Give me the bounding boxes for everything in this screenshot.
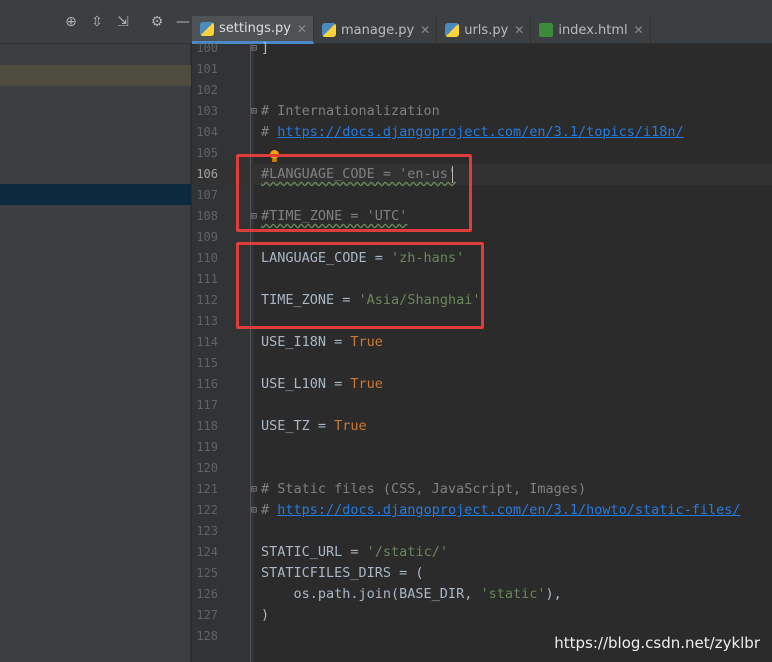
collapse-all-icon[interactable]: ⇲ bbox=[110, 13, 136, 31]
line-number[interactable]: 117 bbox=[192, 395, 218, 416]
fold-marker-icon[interactable]: ⊟ bbox=[251, 484, 257, 495]
line-number[interactable]: 103 bbox=[192, 101, 218, 122]
line-number[interactable]: 118 bbox=[192, 416, 218, 437]
line-number[interactable]: 115 bbox=[192, 353, 218, 374]
line-number[interactable]: 114 bbox=[192, 332, 218, 353]
html-file-icon bbox=[539, 23, 554, 37]
line-number[interactable]: 109 bbox=[192, 227, 218, 248]
close-icon[interactable]: ✕ bbox=[634, 23, 644, 37]
docs-link[interactable]: https://docs.djangoproject.com/en/3.1/to… bbox=[277, 124, 683, 140]
line-number[interactable]: 124 bbox=[192, 542, 218, 563]
line-number[interactable]: 100 bbox=[192, 38, 218, 59]
line-number[interactable]: 102 bbox=[192, 80, 218, 101]
project-tree-row[interactable] bbox=[0, 65, 191, 86]
code-line-104[interactable]: # https://docs.djangoproject.com/en/3.1/… bbox=[261, 122, 684, 143]
code-line-103[interactable]: # Internationalization bbox=[261, 101, 440, 122]
crosshair-icon[interactable]: ⊕ bbox=[58, 13, 84, 31]
highlight-box-new-settings bbox=[236, 242, 484, 329]
code-line-122[interactable]: # https://docs.djangoproject.com/en/3.1/… bbox=[261, 500, 741, 521]
line-number[interactable]: 120 bbox=[192, 458, 218, 479]
python-file-icon bbox=[445, 23, 460, 37]
python-file-icon bbox=[200, 21, 214, 36]
code-line-121[interactable]: # Static files (CSS, JavaScript, Images) bbox=[261, 479, 586, 500]
line-number[interactable]: 106 bbox=[192, 164, 218, 185]
line-number[interactable]: 123 bbox=[192, 521, 218, 542]
fold-marker-icon[interactable]: ⊟ bbox=[251, 106, 257, 117]
fold-marker-icon[interactable]: ⊟ bbox=[251, 505, 257, 516]
tab-index-html[interactable]: index.html ✕ bbox=[531, 16, 651, 44]
line-number[interactable]: 128 bbox=[192, 626, 218, 647]
code-line-100[interactable]: ] bbox=[261, 38, 269, 59]
project-panel bbox=[0, 44, 191, 662]
line-number[interactable]: 108 bbox=[192, 206, 218, 227]
line-number[interactable]: 113 bbox=[192, 311, 218, 332]
tab-label: urls.py bbox=[464, 22, 509, 38]
line-number[interactable]: 127 bbox=[192, 605, 218, 626]
line-number[interactable]: 104 bbox=[192, 122, 218, 143]
code-line-127[interactable]: ) bbox=[261, 605, 269, 626]
line-number[interactable]: 125 bbox=[192, 563, 218, 584]
code-line-124[interactable]: STATIC_URL = '/static/' bbox=[261, 542, 448, 563]
line-number[interactable]: 112 bbox=[192, 290, 218, 311]
line-number[interactable]: 111 bbox=[192, 269, 218, 290]
panel-toolbar: ⊕ ⇳ ⇲ ⚙ — bbox=[58, 13, 196, 31]
gear-icon[interactable]: ⚙ bbox=[144, 13, 170, 31]
close-icon[interactable]: ✕ bbox=[514, 23, 524, 37]
line-number[interactable]: 122 bbox=[192, 500, 218, 521]
line-number[interactable]: 116 bbox=[192, 374, 218, 395]
tab-label: manage.py bbox=[340, 22, 415, 38]
tab-label: index.html bbox=[558, 22, 628, 38]
fold-marker-icon[interactable]: ⊟ bbox=[251, 43, 257, 54]
line-number[interactable]: 119 bbox=[192, 437, 218, 458]
gutter-divider bbox=[250, 44, 251, 662]
docs-link[interactable]: https://docs.djangoproject.com/en/3.1/ho… bbox=[277, 502, 740, 518]
python-file-icon bbox=[321, 23, 336, 37]
code-line-114[interactable]: USE_I18N = True bbox=[261, 332, 383, 353]
code-line-116[interactable]: USE_L10N = True bbox=[261, 374, 383, 395]
close-icon[interactable]: ✕ bbox=[297, 22, 307, 36]
code-line-126[interactable]: os.path.join(BASE_DIR, 'static'), bbox=[261, 584, 562, 605]
line-number[interactable]: 105 bbox=[192, 143, 218, 164]
code-line-125[interactable]: STATICFILES_DIRS = ( bbox=[261, 563, 424, 584]
tab-label: settings.py bbox=[219, 21, 291, 36]
watermark: https://blog.csdn.net/zyklbr bbox=[554, 634, 760, 652]
tab-manage-py[interactable]: manage.py ✕ bbox=[314, 16, 438, 44]
highlight-box-old-settings bbox=[236, 154, 472, 232]
close-icon[interactable]: ✕ bbox=[420, 23, 430, 37]
line-number[interactable]: 126 bbox=[192, 584, 218, 605]
line-number[interactable]: 121 bbox=[192, 479, 218, 500]
line-number[interactable]: 101 bbox=[192, 59, 218, 80]
expand-all-icon[interactable]: ⇳ bbox=[84, 13, 110, 31]
code-line-118[interactable]: USE_TZ = True bbox=[261, 416, 367, 437]
line-number[interactable]: 107 bbox=[192, 185, 218, 206]
line-number[interactable]: 110 bbox=[192, 248, 218, 269]
project-tree-row-selected[interactable] bbox=[0, 184, 191, 205]
tab-urls-py[interactable]: urls.py ✕ bbox=[437, 16, 532, 44]
